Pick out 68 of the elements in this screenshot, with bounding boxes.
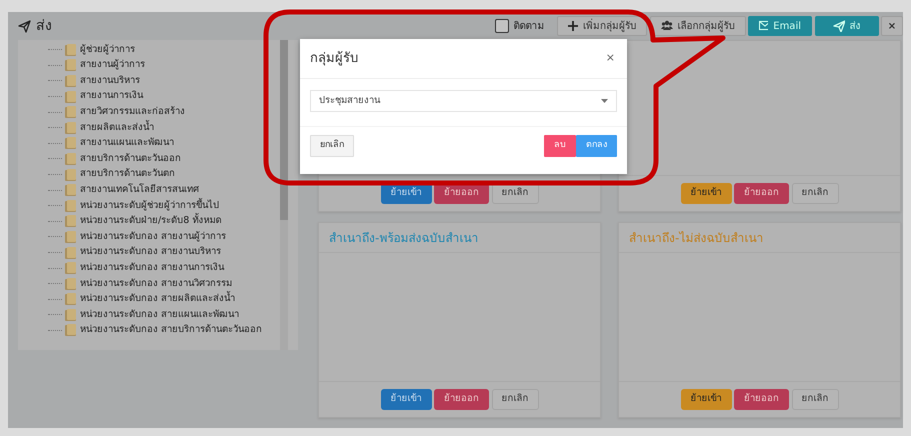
dialog-title: กลุ่มผู้รับ — [310, 50, 358, 68]
tree-item[interactable]: สายผลิตและส่งน้ำ — [80, 120, 154, 135]
folder-icon — [65, 90, 76, 103]
folder-icon — [65, 215, 76, 228]
move-in-button[interactable]: ย้ายเข้า — [680, 183, 732, 204]
tree-item[interactable]: สายงานบริหาร — [80, 74, 140, 88]
folder-icon — [65, 152, 76, 165]
tree-item[interactable]: หน่วยงานระดับกอง สายบริการด้านตะวันออก — [80, 323, 262, 338]
tree-item[interactable]: สายวิศวกรรมและก่อสร้าง — [80, 105, 185, 120]
cancel-button[interactable]: ยกเลิก — [792, 183, 838, 204]
scrollbar[interactable] — [280, 40, 288, 350]
tree-item[interactable]: หน่วยงานระดับกอง สายผลิตและส่งน้ำ — [80, 292, 236, 306]
caret-icon — [601, 99, 608, 103]
folder-icon — [65, 230, 76, 243]
tree-item[interactable]: หน่วยงานระดับผู้ช่วยผู้ว่าการขึ้นไป — [80, 198, 219, 213]
send-button[interactable]: ส่ง — [814, 16, 878, 36]
tree-item[interactable]: สายบริการด้านตะวันตก — [80, 167, 175, 182]
tree-item[interactable]: สายบริการด้านตะวันออก — [80, 152, 181, 166]
select-group-button[interactable]: เลือกกลุ่มผู้รับ — [650, 16, 746, 36]
close-button[interactable]: × — [881, 16, 903, 36]
folder-icon — [65, 44, 76, 56]
plus-icon — [568, 21, 578, 31]
folder-icon — [65, 200, 76, 212]
folder-icon — [65, 122, 76, 134]
move-in-button[interactable]: ย้ายเข้า — [680, 389, 732, 410]
people-icon — [660, 20, 672, 32]
folder-icon — [65, 59, 76, 72]
folder-icon — [65, 246, 76, 259]
email-button[interactable]: Email — [748, 16, 812, 36]
envelope-icon — [759, 20, 768, 32]
move-in-button[interactable]: ย้ายเข้า — [380, 389, 432, 410]
tree-item[interactable]: หน่วยงานระดับฝ่าย/ระดับ8 ทั้งหมด — [80, 214, 222, 228]
card-title: สำเนาถึง-ไม่ส่งฉบับสำเนา — [619, 223, 900, 253]
add-group-button[interactable]: เพิ่มกลุ่มผู้รับ — [557, 16, 647, 36]
tree-item[interactable]: สายงานผู้ว่าการ — [80, 58, 145, 73]
group-select[interactable]: ประชุมสายงาน — [310, 90, 617, 112]
tree-item[interactable]: หน่วยงานระดับกอง สายงานวิศวกรรม — [80, 276, 232, 291]
tree-item[interactable]: หน่วยงานระดับกอง สายงานการเงิน — [80, 260, 224, 276]
folder-icon — [65, 106, 76, 118]
folder-icon — [65, 168, 76, 181]
tree-item[interactable]: สายงานการเงิน — [80, 89, 143, 104]
panel-title: ส่ง — [36, 16, 52, 36]
cancel-button[interactable]: ยกเลิก — [492, 389, 538, 410]
folder-icon — [65, 324, 76, 336]
folder-icon — [65, 137, 76, 150]
cancel-button[interactable]: ยกเลิก — [792, 389, 838, 410]
tree-item[interactable]: หน่วยงานระดับกอง สายงานบริหาร — [80, 245, 222, 260]
move-out-button[interactable]: ย้ายออก — [734, 389, 789, 410]
tree-item[interactable]: ผู้ช่วยผู้ว่าการ — [80, 42, 135, 57]
tree-item[interactable]: สายงานเทคโนโลยีสารสนเทศ — [80, 183, 199, 198]
close-button[interactable]: × — [604, 50, 617, 67]
tree-item[interactable]: หน่วยงานระดับกอง สายงานผู้ว่าการ — [80, 230, 226, 244]
folder-icon — [65, 278, 76, 290]
tree-item[interactable]: หน่วยงานระดับกอง สายแผนและพัฒนา — [80, 308, 240, 322]
folder-icon — [65, 262, 76, 274]
folder-icon — [65, 308, 76, 321]
card-title: สำเนาถึง-พร้อมส่งฉบับสำเนา — [319, 223, 600, 253]
folder-icon — [65, 74, 76, 87]
move-out-button[interactable]: ย้ายออก — [734, 183, 789, 204]
follow-checkbox[interactable] — [494, 19, 508, 33]
send-icon — [832, 20, 844, 32]
follow-label: ติดตาม — [514, 20, 544, 34]
send-icon — [18, 20, 31, 32]
folder-icon — [65, 184, 76, 196]
cancel-button[interactable]: ยกเลิก — [310, 135, 354, 157]
tree-item[interactable]: สายงานแผนและพัฒนา — [80, 136, 174, 150]
folder-icon — [65, 293, 76, 306]
move-out-button[interactable]: ย้ายออก — [434, 389, 489, 410]
